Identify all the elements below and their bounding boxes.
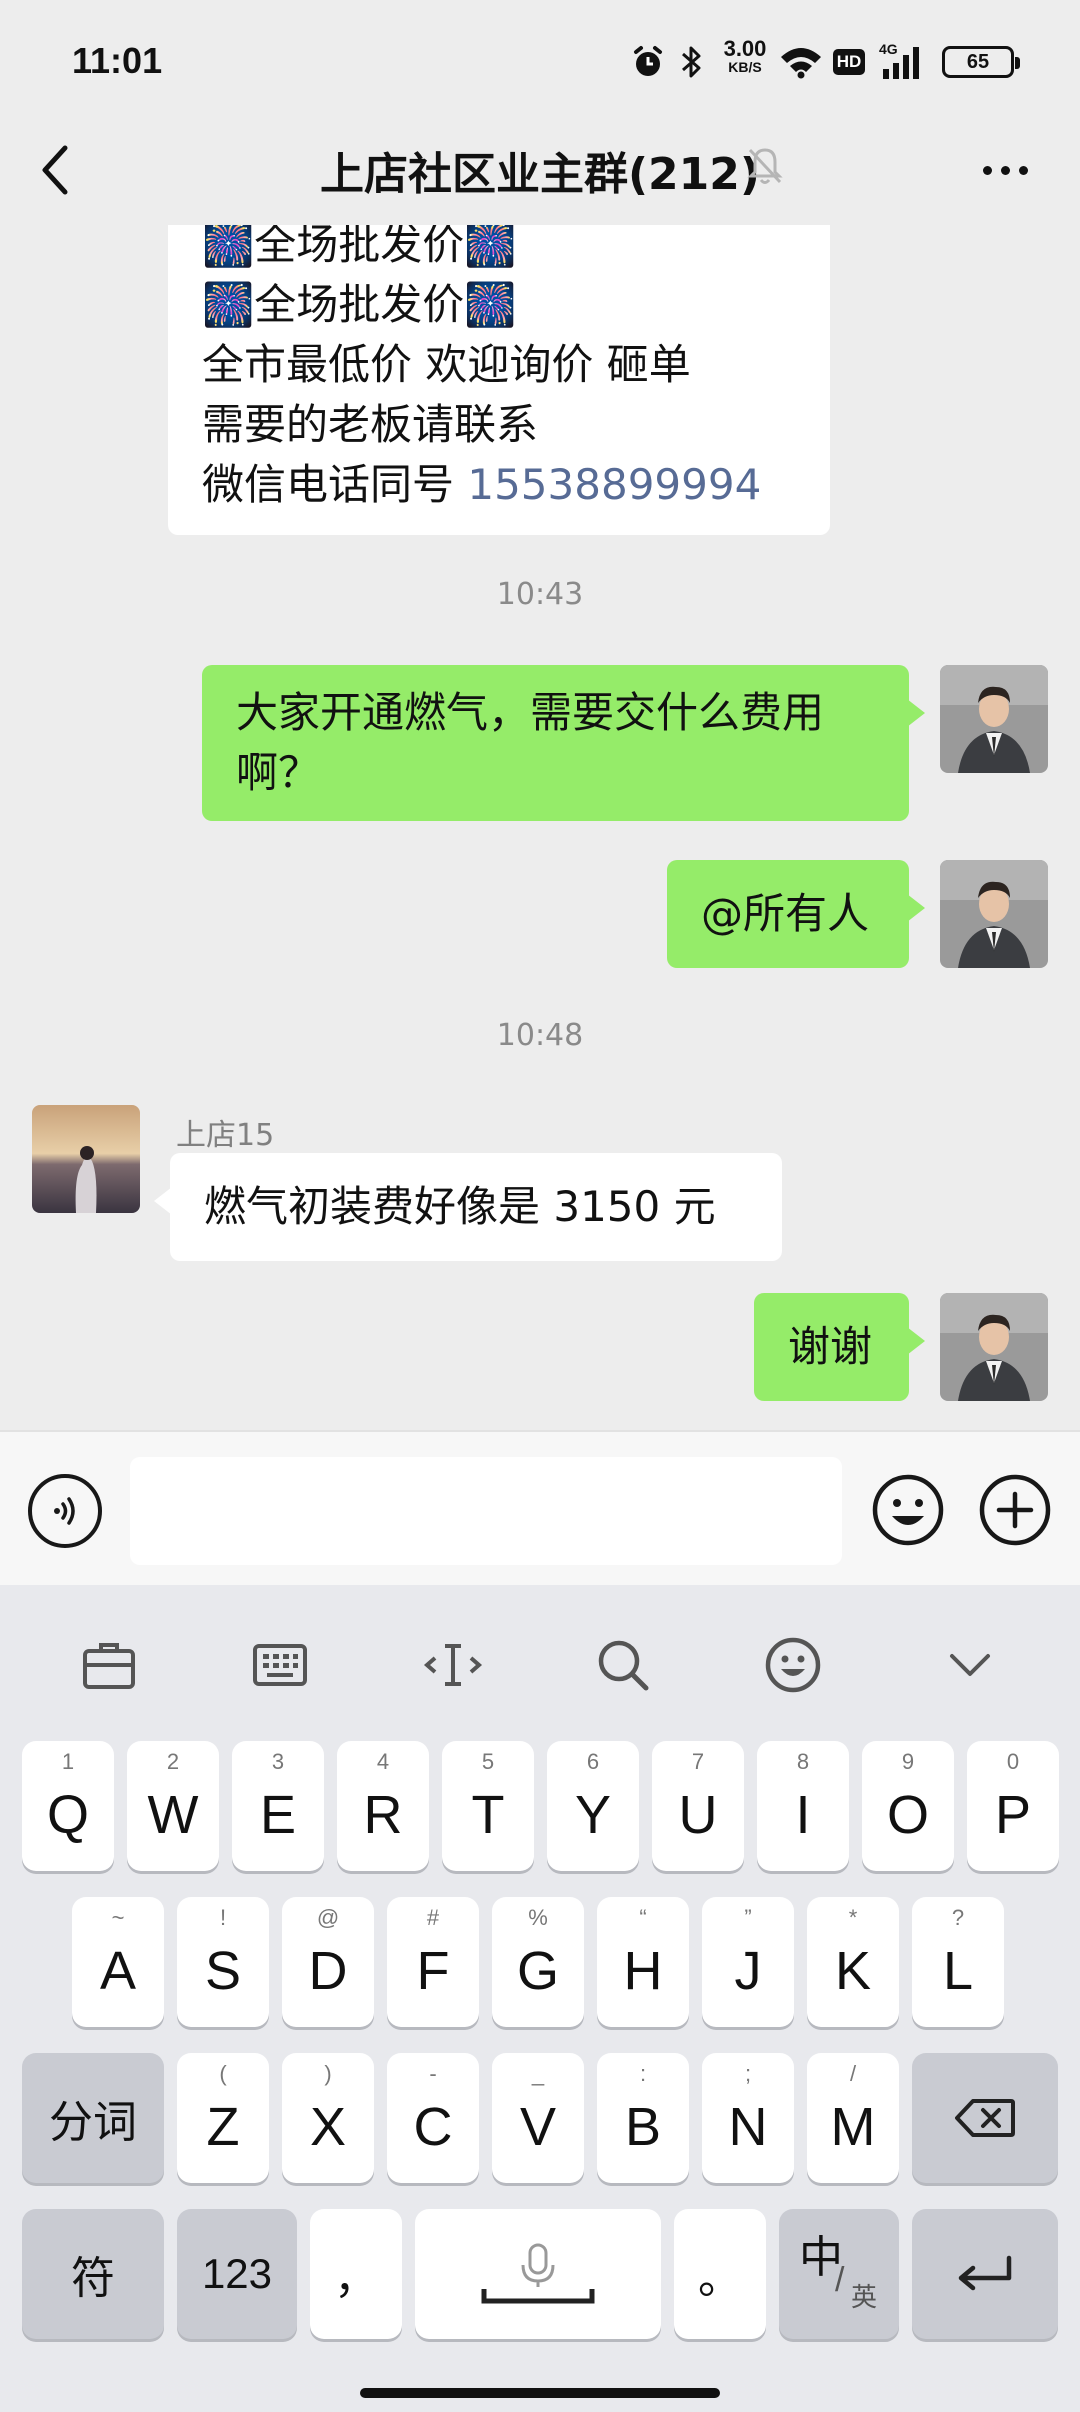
hd-icon: HD: [830, 42, 868, 82]
chat-title: 上店社区业主群(212): [319, 149, 761, 200]
avatar[interactable]: [940, 860, 1048, 968]
avatar[interactable]: [940, 1293, 1048, 1401]
key-b[interactable]: :B: [597, 2053, 689, 2183]
message-text: @所有人: [701, 889, 870, 938]
message-bubble-received[interactable]: 燃气初装费好像是 3150 元: [154, 1153, 782, 1261]
wifi-icon: [778, 42, 824, 82]
symbol-key[interactable]: 符: [22, 2209, 164, 2339]
key-g[interactable]: % G: [492, 1897, 584, 2027]
message-line: 啊？: [236, 748, 321, 797]
key-v[interactable]: _ V: [492, 2053, 584, 2183]
key-x[interactable]: ) X: [282, 2053, 374, 2183]
more-options-button[interactable]: [965, 140, 1045, 200]
avatar[interactable]: [940, 665, 1048, 773]
language-switch-key[interactable]: 中 / 英: [779, 2209, 899, 2339]
segment-key[interactable]: 分词: [22, 2053, 164, 2183]
key-q[interactable]: 1Q: [22, 1741, 114, 1871]
message-bubble-sent[interactable]: 大家开通燃气，需要交什么费用 啊？: [202, 665, 925, 821]
message-line: 需要的老板请联系: [202, 400, 539, 449]
key-z[interactable]: (Z: [177, 2053, 269, 2183]
key-f[interactable]: # F: [387, 1897, 479, 2027]
backspace-key[interactable]: [912, 2053, 1058, 2183]
key-n[interactable]: ; N: [702, 2053, 794, 2183]
home-indicator[interactable]: [360, 2388, 720, 2398]
message-text: 燃气初装费好像是 3150 元: [204, 1182, 716, 1231]
avatar[interactable]: [32, 1105, 140, 1213]
key-y[interactable]: 6Y: [547, 1741, 639, 1871]
chat-message-list[interactable]: 🎆全场批发价🎆 🎆全场批发价🎆 全市最低价 欢迎询价 砸单 需要的老板请联系 微…: [0, 225, 1080, 1430]
key-w[interactable]: 2W: [127, 1741, 219, 1871]
key-d[interactable]: @ D: [282, 1897, 374, 2027]
key-j[interactable]: ” J: [702, 1897, 794, 2027]
key-s[interactable]: ! S: [177, 1897, 269, 2027]
key-u[interactable]: 7U: [652, 1741, 744, 1871]
space-key[interactable]: [415, 2209, 661, 2339]
key-m[interactable]: / M: [807, 2053, 899, 2183]
message-line: 🎆全场批发价🎆: [202, 280, 517, 329]
phone-number-link[interactable]: 15538899994: [467, 460, 761, 509]
bluetooth-icon: [676, 42, 706, 82]
key-h[interactable]: “H: [597, 1897, 689, 2027]
more-functions-button[interactable]: [977, 1472, 1053, 1548]
emoji-button[interactable]: [870, 1472, 946, 1548]
message-line: 🎆全场批发价🎆: [202, 225, 517, 269]
search-icon[interactable]: [588, 1630, 658, 1700]
message-bubble-sent[interactable]: 谢谢: [754, 1293, 925, 1401]
key-k[interactable]: * K: [807, 1897, 899, 2027]
message-line: 全市最低价 欢迎询价 砸单: [202, 340, 691, 389]
key-l[interactable]: ? L: [912, 1897, 1004, 2027]
keyboard-layout-icon[interactable]: [245, 1630, 315, 1700]
sender-name: 上店15: [176, 1118, 275, 1153]
enter-icon: [958, 2255, 1012, 2291]
input-bar: [0, 1430, 1080, 1585]
key-a[interactable]: ~ A: [72, 1897, 164, 2027]
voice-input-button[interactable]: [28, 1474, 102, 1548]
message-line: 大家开通燃气，需要交什么费用: [236, 688, 825, 737]
keyboard-toolbar: [0, 1585, 1080, 1735]
battery-icon: 65: [942, 46, 1020, 78]
title-bar: 上店社区业主群(212): [0, 120, 1080, 225]
timestamp: 10:48: [496, 1018, 584, 1053]
status-bar: 11:01 3.00 KB/S HD 4G 65: [0, 0, 1080, 120]
key-i[interactable]: 8I: [757, 1741, 849, 1871]
key-e[interactable]: 3E: [232, 1741, 324, 1871]
message-line: 微信电话同号 15538899994: [202, 460, 762, 509]
clipboard-icon[interactable]: [74, 1630, 144, 1700]
key-p[interactable]: 0P: [967, 1741, 1059, 1871]
plus-circle-icon: [979, 1474, 1051, 1546]
dot-icon: [982, 165, 992, 175]
key-t[interactable]: 5T: [442, 1741, 534, 1871]
backspace-icon: [955, 2099, 1015, 2137]
microphone-icon: [481, 2243, 595, 2304]
enter-key[interactable]: [912, 2209, 1058, 2339]
comma-key[interactable]: ，: [310, 2209, 402, 2339]
message-text: 谢谢: [788, 1322, 873, 1371]
chevron-down-icon[interactable]: [935, 1630, 1005, 1700]
emoji-icon[interactable]: [758, 1630, 828, 1700]
message-bubble-received[interactable]: 🎆全场批发价🎆 🎆全场批发价🎆 全市最低价 欢迎询价 砸单 需要的老板请联系 微…: [168, 225, 830, 535]
key-c[interactable]: -C: [387, 2053, 479, 2183]
message-bubble-sent[interactable]: @所有人: [667, 860, 925, 968]
network-speed: 3.00 KB/S: [723, 36, 767, 75]
mute-bell-icon: [742, 142, 792, 192]
timestamp: 10:43: [496, 577, 584, 612]
cursor-move-icon[interactable]: [418, 1630, 488, 1700]
period-key[interactable]: 。: [674, 2209, 766, 2339]
key-o[interactable]: 9O: [862, 1741, 954, 1871]
status-time: 11:01: [72, 40, 163, 81]
key-r[interactable]: 4R: [337, 1741, 429, 1871]
voice-icon: [54, 1497, 75, 1525]
signal-icon: 4G: [878, 41, 926, 82]
message-input[interactable]: [130, 1457, 842, 1565]
dot-icon: [1000, 165, 1010, 175]
smiley-icon: [872, 1474, 944, 1546]
keyboard: 1Q 2W 3E 4R 5T 6Y 7U 8I 9O 0P ~ A ! S @ D #…: [0, 1585, 1080, 2412]
alarm-icon: [628, 42, 668, 82]
dot-icon: [1018, 165, 1028, 175]
number-key[interactable]: 123: [177, 2209, 297, 2339]
